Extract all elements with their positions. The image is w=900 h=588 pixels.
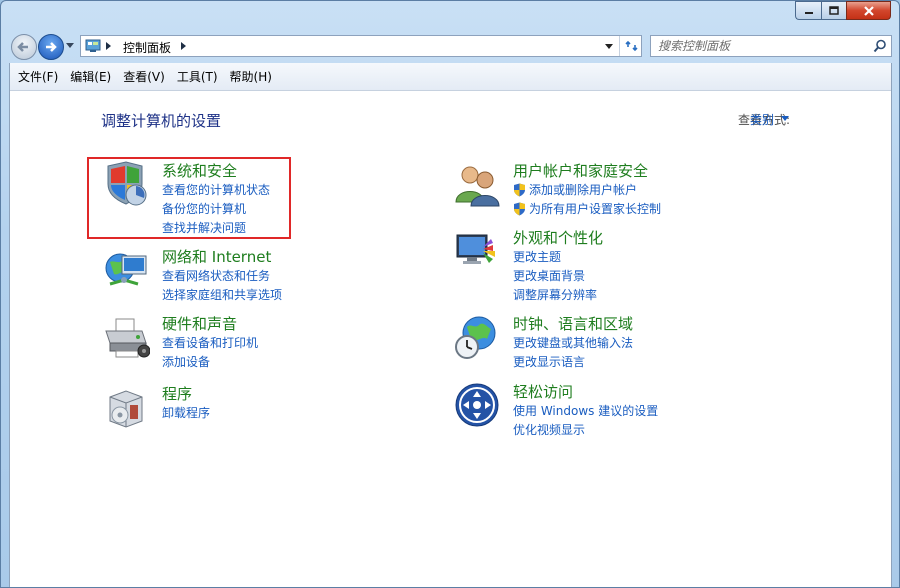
- window-controls: [795, 1, 891, 21]
- menu-file[interactable]: 文件(F): [12, 65, 64, 88]
- clock-globe-icon[interactable]: [453, 313, 501, 361]
- address-divider: [619, 36, 620, 56]
- category-title-programs[interactable]: 程序: [162, 383, 192, 404]
- link-add-remove-accounts-label: 添加或删除用户帐户: [529, 183, 638, 197]
- control-panel-window: 控制面板 文件(F) 编辑(E) 查看(V) 工具(T) 帮助(H) 调整计算机…: [0, 0, 900, 588]
- address-row: 控制面板: [1, 31, 899, 63]
- control-panel-icon: [85, 39, 101, 52]
- link-parental-controls-label: 为所有用户设置家长控制: [529, 202, 662, 216]
- link-devices-printers[interactable]: 查看设备和打印机: [162, 334, 258, 353]
- refresh-icon[interactable]: [624, 38, 640, 54]
- forward-arrow-icon: [46, 42, 57, 52]
- search-input[interactable]: [654, 37, 872, 55]
- maximize-icon: [829, 5, 839, 15]
- view-by-dropdown[interactable]: 类别: [750, 111, 774, 128]
- menu-view[interactable]: 查看(V): [117, 65, 171, 88]
- link-change-desktop-background[interactable]: 更改桌面背景: [513, 267, 597, 286]
- category-hardware-sound: 硬件和声音 查看设备和打印机 添加设备: [102, 313, 402, 373]
- category-user-accounts: 用户帐户和家庭安全 添加或删除用户帐户 为所有用户设置家长控制: [453, 160, 773, 220]
- category-title-hardware-sound[interactable]: 硬件和声音: [162, 313, 237, 334]
- printer-icon[interactable]: [102, 313, 150, 361]
- category-links: 查看网络状态和任务 选择家庭组和共享选项: [162, 267, 282, 305]
- link-windows-recommended-settings[interactable]: 使用 Windows 建议的设置: [513, 402, 658, 421]
- breadcrumb-control-panel[interactable]: 控制面板: [123, 39, 171, 56]
- link-uninstall-program[interactable]: 卸载程序: [162, 404, 210, 423]
- address-dropdown[interactable]: [605, 44, 613, 49]
- page-title: 调整计算机的设置: [101, 112, 222, 130]
- category-network-internet: 网络和 Internet 查看网络状态和任务 选择家庭组和共享选项: [102, 246, 402, 306]
- main-content: 文件(F) 编辑(E) 查看(V) 工具(T) 帮助(H) 调整计算机的设置 查…: [9, 63, 892, 587]
- link-change-input-method[interactable]: 更改键盘或其他输入法: [513, 334, 633, 353]
- title-bar: [1, 1, 899, 31]
- link-add-device[interactable]: 添加设备: [162, 353, 258, 372]
- recent-pages-dropdown[interactable]: [66, 43, 74, 48]
- category-title-clock-language[interactable]: 时钟、语言和区域: [513, 313, 633, 334]
- breadcrumb-separator[interactable]: [181, 42, 186, 50]
- search-box: [650, 35, 892, 57]
- link-add-remove-accounts[interactable]: 添加或删除用户帐户: [513, 181, 661, 200]
- network-globe-icon[interactable]: [102, 246, 150, 294]
- category-links: 添加或删除用户帐户 为所有用户设置家长控制: [513, 181, 661, 219]
- menu-bar: 文件(F) 编辑(E) 查看(V) 工具(T) 帮助(H): [10, 63, 891, 91]
- maximize-button[interactable]: [821, 1, 846, 20]
- category-title-ease-of-access[interactable]: 轻松访问: [513, 381, 573, 402]
- link-change-display-language[interactable]: 更改显示语言: [513, 353, 633, 372]
- link-view-network-status[interactable]: 查看网络状态和任务: [162, 267, 282, 286]
- category-links: 更改键盘或其他输入法 更改显示语言: [513, 334, 633, 372]
- back-arrow-icon: [17, 42, 28, 52]
- appearance-monitor-icon[interactable]: [453, 227, 501, 275]
- close-button[interactable]: [846, 1, 891, 20]
- link-parental-controls[interactable]: 为所有用户设置家长控制: [513, 200, 661, 219]
- search-icon[interactable]: [873, 39, 887, 53]
- category-title-network-internet[interactable]: 网络和 Internet: [162, 246, 271, 267]
- menu-help[interactable]: 帮助(H): [224, 65, 278, 88]
- users-icon[interactable]: [453, 160, 501, 208]
- back-button[interactable]: [11, 34, 37, 60]
- category-links: 查看设备和打印机 添加设备: [162, 334, 258, 372]
- category-links: 卸载程序: [162, 404, 210, 423]
- minimize-icon: [804, 11, 813, 14]
- menu-edit[interactable]: 编辑(E): [64, 65, 117, 88]
- ease-of-access-icon[interactable]: [453, 381, 501, 429]
- category-clock-language: 时钟、语言和区域 更改键盘或其他输入法 更改显示语言: [453, 313, 773, 373]
- category-programs: 程序 卸载程序: [102, 383, 402, 433]
- category-links: 使用 Windows 建议的设置 优化视频显示: [513, 402, 658, 440]
- uac-shield-icon: [514, 183, 525, 197]
- link-change-theme[interactable]: 更改主题: [513, 248, 597, 267]
- menu-tools[interactable]: 工具(T): [171, 65, 224, 88]
- programs-box-icon[interactable]: [102, 383, 150, 431]
- address-bar[interactable]: 控制面板: [80, 35, 642, 57]
- highlight-box: [87, 157, 291, 239]
- category-ease-of-access: 轻松访问 使用 Windows 建议的设置 优化视频显示: [453, 381, 773, 441]
- view-by-caret-icon[interactable]: [781, 116, 789, 121]
- category-title-user-accounts[interactable]: 用户帐户和家庭安全: [513, 160, 648, 181]
- breadcrumb-separator[interactable]: [106, 42, 111, 50]
- link-optimize-video-display[interactable]: 优化视频显示: [513, 421, 658, 440]
- close-icon: [863, 5, 874, 16]
- uac-shield-icon: [514, 202, 525, 216]
- forward-button[interactable]: [38, 34, 64, 60]
- link-homegroup-sharing[interactable]: 选择家庭组和共享选项: [162, 286, 282, 305]
- minimize-button[interactable]: [795, 1, 821, 20]
- category-title-appearance[interactable]: 外观和个性化: [513, 227, 603, 248]
- link-adjust-resolution[interactable]: 调整屏幕分辨率: [513, 286, 597, 305]
- category-appearance: 外观和个性化 更改主题 更改桌面背景 调整屏幕分辨率: [453, 227, 773, 307]
- category-links: 更改主题 更改桌面背景 调整屏幕分辨率: [513, 248, 597, 305]
